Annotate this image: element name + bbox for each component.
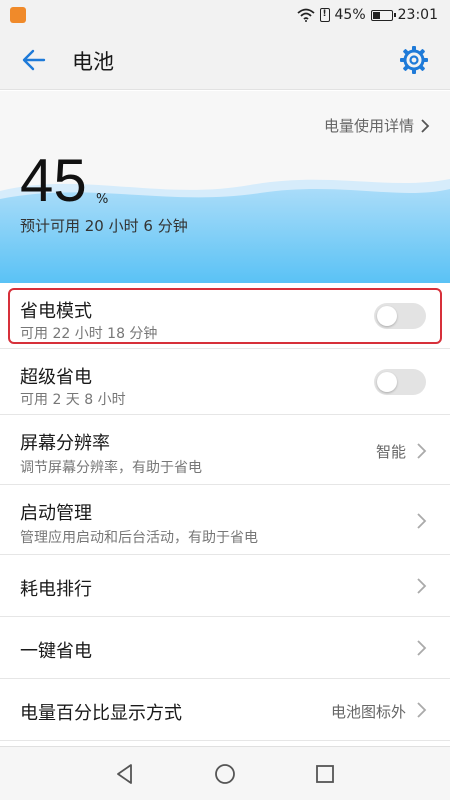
back-arrow-icon[interactable] [18,44,50,76]
ultra-saving-title: 超级省电 [20,367,92,388]
screen-resolution-subtitle: 调节屏幕分辨率，有助于省电 [20,460,202,476]
percent-display-value: 电池图标外 [330,703,406,721]
chevron-right-icon [417,513,427,529]
chevron-right-icon [417,702,427,718]
battery-percentage: 45 [20,147,87,214]
alert-icon: ! [319,8,330,22]
battery-icon [370,9,396,21]
battery-percent-text: 45% [334,7,366,23]
ultra-saving-subtitle: 可用 2 天 8 小时 [20,392,126,408]
ultra-saving-toggle[interactable] [374,369,426,395]
one-tap-saving-title: 一键省电 [20,641,92,662]
page-title: 电池 [72,50,114,74]
usage-details-label: 电量使用详情 [323,117,414,135]
battery-level-fill [372,11,380,19]
power-ranking-title: 耗电排行 [20,579,92,600]
battery-settings-list: 省电模式 可用 22 小时 18 分钟 超级省电 可用 2 天 8 小时 屏幕分… [0,283,450,741]
screen-resolution-row[interactable]: 屏幕分辨率 调节屏幕分辨率，有助于省电 智能 [0,415,450,485]
toggle-knob [377,306,397,326]
home-circle-icon[interactable] [212,761,238,787]
remaining-time-estimate: 预计可用 20 小时 6 分钟 [20,217,188,235]
chevron-right-icon [417,443,427,459]
wifi-icon [296,8,315,22]
percent-sign: % [96,192,109,207]
startup-management-row[interactable]: 启动管理 管理应用启动和后台活动，有助于省电 [0,485,450,555]
power-ranking-row[interactable]: 耗电排行 [0,555,450,617]
power-saving-toggle[interactable] [374,303,426,329]
recents-square-icon[interactable] [312,761,338,787]
usage-details-link[interactable]: 电量使用详情 [324,115,430,136]
percent-display-row[interactable]: 电量百分比显示方式 电池图标外 [0,679,450,741]
screen-resolution-title: 屏幕分辨率 [20,433,110,454]
chevron-right-icon [417,578,427,594]
clock: 23:01 [397,7,438,23]
toggle-knob [377,372,397,392]
back-triangle-icon[interactable] [112,761,138,787]
percent-display-title: 电量百分比显示方式 [20,703,182,724]
status-bar: ! 45% 23:01 [0,0,450,30]
battery-hero: 电量使用详情 45 % 预计可用 20 小时 6 分钟 [0,91,450,283]
chevron-right-icon [417,640,427,656]
startup-management-subtitle: 管理应用启动和后台活动，有助于省电 [20,530,258,546]
gear-icon[interactable] [398,44,430,76]
app-bar: 电池 [0,30,450,90]
ultra-saving-row[interactable]: 超级省电 可用 2 天 8 小时 [0,349,450,415]
one-tap-saving-row[interactable]: 一键省电 [0,617,450,679]
status-icons: ! 45% 23:01 [296,6,438,24]
power-saving-mode-subtitle: 可用 22 小时 18 分钟 [20,326,158,342]
power-saving-mode-title: 省电模式 [20,301,92,322]
chevron-right-icon [421,118,430,133]
startup-management-title: 启动管理 [20,503,92,524]
app-notification-icon [10,7,26,23]
system-navigation-bar [0,746,450,800]
screen-resolution-value: 智能 [375,443,406,461]
power-saving-mode-row[interactable]: 省电模式 可用 22 小时 18 分钟 [0,283,450,349]
